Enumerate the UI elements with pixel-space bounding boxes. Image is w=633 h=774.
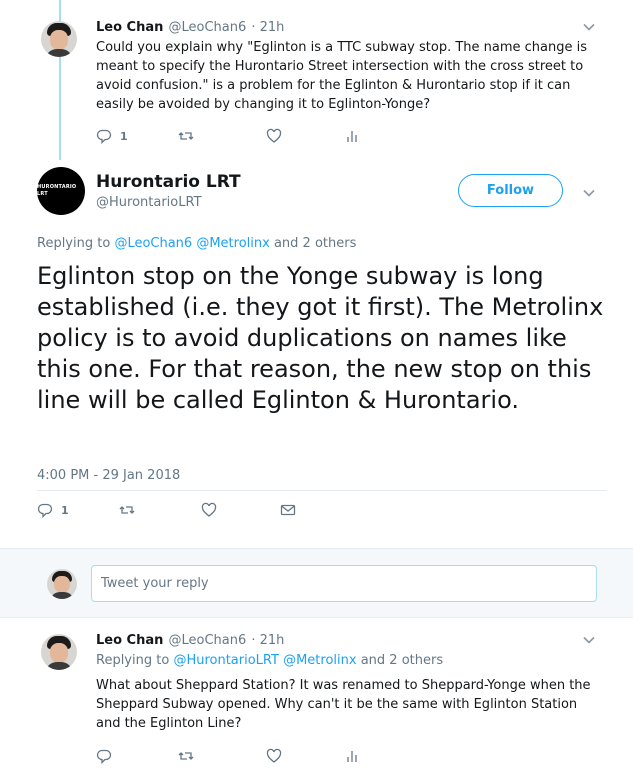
like-button[interactable]	[266, 748, 344, 764]
retweet-button[interactable]	[178, 748, 266, 764]
reply-button[interactable]	[96, 748, 178, 764]
author-handle[interactable]: @HurontarioLRT	[96, 195, 202, 210]
reply-icon	[96, 129, 112, 144]
retweet-icon	[119, 506, 135, 514]
author-handle[interactable]: @LeoChan6	[168, 633, 246, 648]
like-icon	[201, 502, 217, 517]
tweet-actions: 1	[96, 128, 360, 144]
reply-count: 1	[120, 129, 128, 143]
retweet-icon	[178, 752, 194, 760]
message-button[interactable]	[280, 502, 296, 518]
replying-suffix[interactable]: and 2 others	[361, 653, 443, 668]
author-name[interactable]: Leo Chan	[96, 20, 163, 35]
replying-prefix: Replying to	[96, 653, 170, 668]
like-button[interactable]	[266, 128, 344, 144]
main-tweet-text: Eglinton stop on the Yonge subway is lon…	[37, 262, 604, 414]
like-icon	[266, 128, 282, 143]
reply-count: 1	[61, 503, 69, 517]
analytics-icon	[347, 751, 357, 762]
tweet-header: Leo Chan @LeoChan6 · 21h	[96, 16, 284, 35]
main-tweet-actions: 1	[37, 502, 296, 518]
replying-to-links[interactable]: @HurontarioLRT @Metrolinx	[173, 653, 356, 668]
replying-suffix[interactable]: and 2 others	[274, 236, 356, 251]
chevron-down-icon[interactable]	[582, 19, 596, 33]
tweet-timestamp[interactable]: 4:00 PM - 29 Jan 2018	[37, 468, 180, 483]
retweet-button[interactable]	[119, 502, 201, 518]
reply-button[interactable]: 1	[37, 502, 119, 518]
reply-input[interactable]: Tweet your reply	[91, 565, 597, 602]
like-button[interactable]	[201, 502, 280, 518]
tweet-time[interactable]: · 21h	[251, 633, 284, 648]
main-author-name[interactable]: Hurontario LRT	[96, 172, 241, 192]
follow-button[interactable]: Follow	[458, 174, 563, 207]
chevron-down-icon[interactable]	[582, 185, 596, 199]
replying-to: Replying to @LeoChan6 @Metrolinx and 2 o…	[37, 236, 356, 251]
retweet-icon	[178, 132, 194, 140]
analytics-button[interactable]	[344, 748, 360, 764]
reply-icon	[37, 503, 53, 518]
avatar[interactable]	[41, 634, 77, 670]
tweet-header: Leo Chan @LeoChan6 · 21h	[96, 629, 284, 648]
avatar[interactable]	[41, 21, 77, 57]
replying-prefix: Replying to	[37, 236, 111, 251]
divider	[37, 490, 607, 491]
chevron-down-icon[interactable]	[582, 632, 596, 646]
replying-to: Replying to @HurontarioLRT @Metrolinx an…	[96, 653, 443, 668]
avatar	[47, 569, 77, 599]
author-name[interactable]: Hurontario LRT	[96, 172, 241, 192]
tweet-text: What about Sheppard Station? It was rena…	[96, 678, 591, 731]
message-icon	[280, 504, 296, 516]
reply-icon	[96, 749, 112, 764]
avatar-logo-text: HURONTARIO LRT	[37, 184, 77, 197]
hurontario-lrt-avatar[interactable]: HURONTARIO LRT	[37, 167, 85, 215]
tweet-actions	[96, 748, 360, 764]
author-name[interactable]: Leo Chan	[96, 633, 163, 648]
reply-button[interactable]: 1	[96, 128, 178, 144]
analytics-icon	[347, 131, 357, 142]
retweet-button[interactable]	[178, 128, 266, 144]
author-handle[interactable]: @LeoChan6	[168, 20, 246, 35]
tweet-text: Could you explain why "Eglinton is a TTC…	[96, 40, 588, 112]
analytics-button[interactable]	[344, 128, 360, 144]
tweet-time[interactable]: · 21h	[251, 20, 284, 35]
replying-to-links[interactable]: @LeoChan6 @Metrolinx	[114, 236, 269, 251]
like-icon	[266, 748, 282, 763]
